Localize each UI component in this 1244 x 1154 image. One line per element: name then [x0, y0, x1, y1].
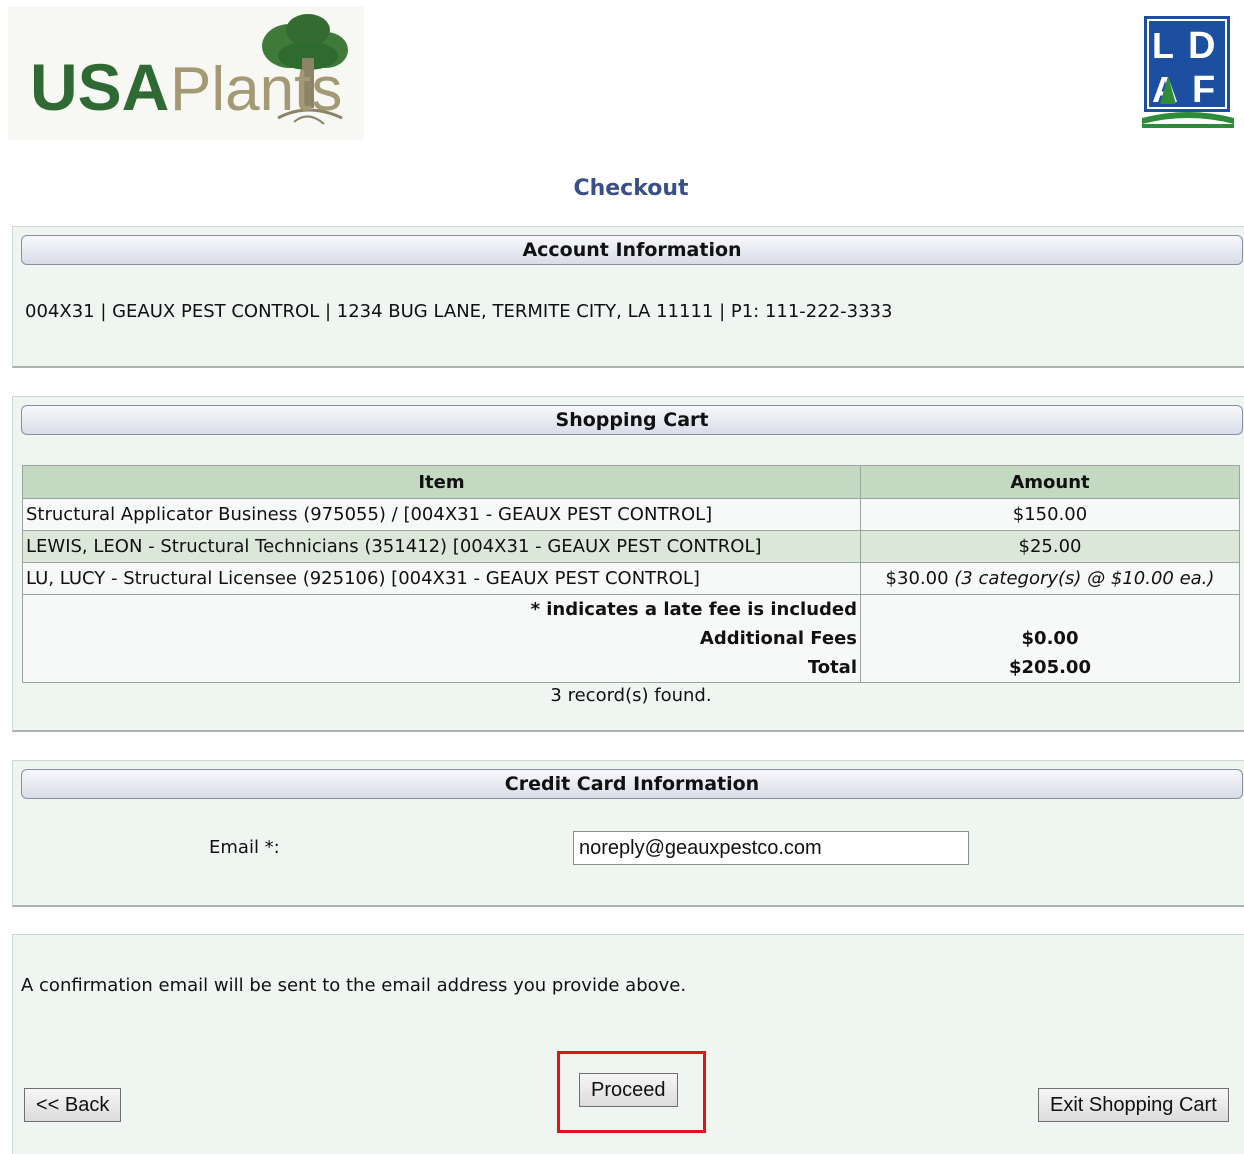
cart-table: Item Amount Structural Applicator Busine… — [22, 465, 1240, 683]
ldaf-letter-d: D — [1188, 25, 1215, 67]
credit-card-heading: Credit Card Information — [21, 769, 1243, 799]
ldaf-logo[interactable]: L D A F — [1142, 14, 1234, 130]
shopping-cart-heading: Shopping Cart — [21, 405, 1243, 435]
account-details: 004X31 | GEAUX PEST CONTROL | 1234 BUG L… — [25, 301, 893, 322]
account-info-heading: Account Information — [21, 235, 1243, 265]
ldaf-letter-f: F — [1192, 69, 1215, 111]
email-input[interactable] — [573, 831, 969, 865]
header: USA Plants L D A F — [0, 0, 1244, 150]
summary-labels: * indicates a late fee is included Addit… — [22, 594, 861, 683]
logo-text-plants: Plants — [170, 55, 342, 124]
usaplants-logo[interactable]: USA Plants — [8, 6, 364, 140]
cart-amount-cell: $30.00 (3 category(s) @ $10.00 ea.) — [860, 562, 1240, 595]
additional-fees-label: Additional Fees — [699, 628, 857, 649]
column-header-item: Item — [22, 465, 861, 499]
shopping-cart-panel: Shopping Cart Item Amount Structural App… — [12, 396, 1244, 732]
summary-row: * indicates a late fee is included Addit… — [22, 594, 1240, 683]
ldaf-letter-l: L — [1152, 25, 1174, 66]
page-title: Checkout — [573, 176, 689, 201]
summary-values: $0.00 $205.00 — [860, 594, 1240, 683]
late-fee-note: * indicates a late fee is included — [530, 599, 857, 620]
total-value: $205.00 — [1009, 657, 1091, 678]
logo-text-usa: USA — [30, 50, 169, 124]
cart-item-cell: Structural Applicator Business (975055) … — [22, 498, 861, 531]
records-found: 3 record(s) found. — [550, 685, 712, 706]
table-row: Structural Applicator Business (975055) … — [22, 498, 1240, 531]
cart-header-row: Item Amount — [22, 465, 1240, 499]
credit-card-panel: Credit Card Information Email *: — [12, 760, 1244, 907]
exit-shopping-cart-button[interactable]: Exit Shopping Cart — [1038, 1088, 1229, 1122]
email-label: Email *: — [209, 837, 280, 858]
cart-item-cell: LEWIS, LEON - Structural Technicians (35… — [22, 530, 861, 563]
table-row: LU, LUCY - Structural Licensee (925106) … — [22, 562, 1240, 595]
additional-fees-value: $0.00 — [1021, 628, 1079, 649]
cart-amount-cell: $150.00 — [860, 498, 1240, 531]
cart-amount-value: $30.00 — [885, 568, 949, 589]
cart-amount-detail: (3 category(s) @ $10.00 ea.) — [954, 568, 1215, 589]
table-row: LEWIS, LEON - Structural Technicians (35… — [22, 530, 1240, 563]
account-info-panel: Account Information 004X31 | GEAUX PEST … — [12, 226, 1244, 368]
confirmation-text: A confirmation email will be sent to the… — [21, 975, 687, 996]
cart-item-cell: LU, LUCY - Structural Licensee (925106) … — [22, 562, 861, 595]
back-button[interactable]: << Back — [24, 1088, 122, 1122]
cart-amount-cell: $25.00 — [860, 530, 1240, 563]
total-label: Total — [807, 657, 857, 678]
proceed-highlight-box — [557, 1051, 706, 1133]
column-header-amount: Amount — [860, 465, 1240, 499]
